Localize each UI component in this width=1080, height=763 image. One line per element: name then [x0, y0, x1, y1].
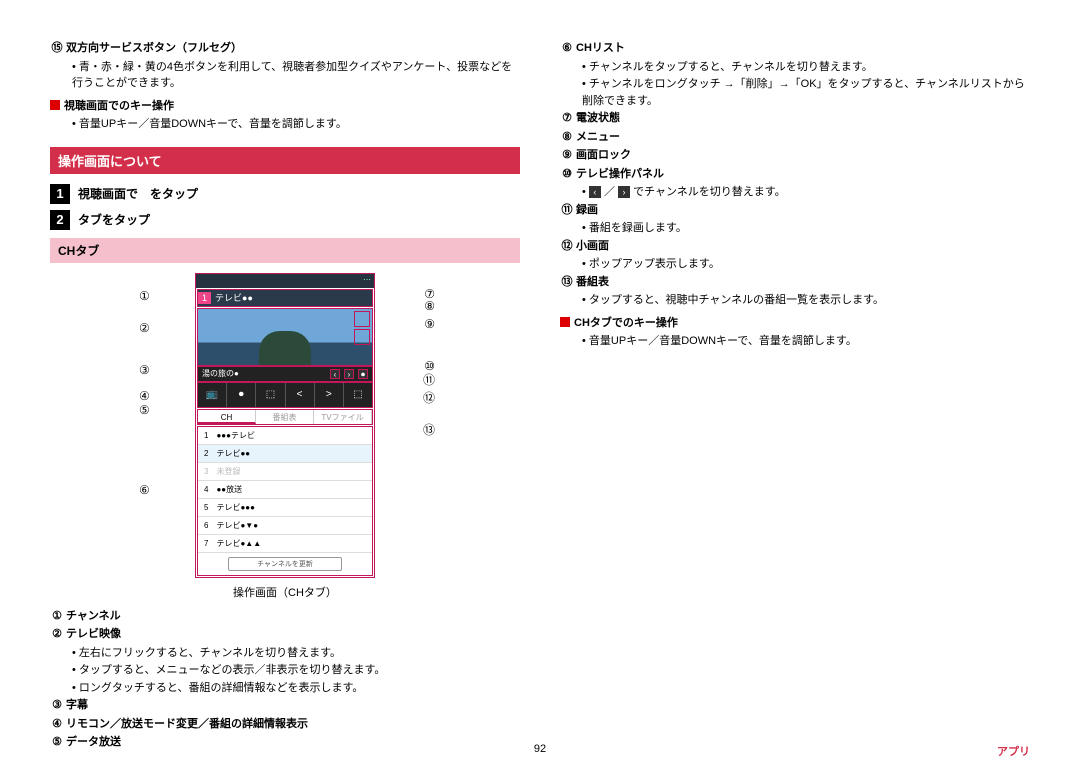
step-number: 1 [50, 184, 70, 204]
item-2: ② テレビ映像 [50, 626, 520, 643]
item-7: ⑦ 電波状態 [560, 110, 1030, 127]
step-number: 2 [50, 210, 70, 230]
list-item: 2テレビ●● [198, 445, 372, 463]
callout-5: ⑤ [139, 403, 150, 417]
toolbar-btn: 📺 [198, 383, 227, 407]
red-square-icon [560, 317, 570, 327]
item-10-desc: ‹ ／ › でチャンネルを切り替えます。 [582, 184, 1030, 201]
diagram-caption: 操作画面（CHタブ） [50, 584, 520, 600]
channel-list: 1●●●テレビ 2テレビ●● 3未登録 4●●放送 5テレビ●●● 6テレビ●▼… [197, 426, 373, 576]
callout-2: ② [139, 321, 150, 335]
channel-badge: 1 [198, 292, 211, 304]
status-bar: ⋯ [196, 274, 374, 288]
step-text: 視聴画面で をタップ [78, 185, 198, 202]
left-key-icon: ‹ [589, 186, 601, 198]
toolbar-btn: < [286, 383, 315, 407]
item-number: ⑮ [50, 40, 64, 57]
video-area [197, 308, 373, 366]
right-key-icon: › [618, 186, 630, 198]
list-item: 4●●放送 [198, 481, 372, 499]
toolbar-btn: > [315, 383, 344, 407]
keyops-desc: 音量UPキー／音量DOWNキーで、音量を調節します。 [72, 116, 520, 133]
item-11: ⑪ 録画 [560, 202, 1030, 219]
subhead-keyops: 視聴画面でのキー操作 [50, 98, 520, 115]
tab-ch: CH [198, 410, 256, 424]
step-text: タブをタップ [78, 211, 150, 228]
subtitle-text: 湯の旅の● [202, 368, 239, 379]
list-item: 1●●●テレビ [198, 427, 372, 445]
item-1: ① チャンネル [50, 608, 520, 625]
channel-name: テレビ●● [215, 291, 253, 304]
callout-13: ⑬ [423, 421, 435, 438]
tab-row: CH 番組表 TVファイル [197, 409, 373, 425]
lock-icon [354, 311, 370, 327]
page-number: 92 [534, 743, 546, 755]
step-1: 1 視聴画面で をタップ [50, 184, 520, 204]
list-item: 5テレビ●●● [198, 499, 372, 517]
item-6: ⑥ CHリスト [560, 40, 1030, 57]
callout-6: ⑥ [139, 483, 150, 497]
pink-subheading: CHタブ [50, 238, 520, 263]
right-column: ⑥ CHリスト チャンネルをタップすると、チャンネルを切り替えます。 チャンネル… [560, 40, 1030, 753]
list-item: 3未登録 [198, 463, 372, 481]
callout-1: ① [139, 289, 150, 303]
section-heading: 操作画面について [50, 147, 520, 174]
nav-icons: ‹›⏺ [330, 369, 368, 379]
list-item: 7テレビ●▲▲ [198, 535, 372, 553]
item-6-desc: チャンネルをタップすると、チャンネルを切り替えます。 チャンネルをロングタッチ … [582, 59, 1030, 110]
item-2-desc: 左右にフリックすると、チャンネルを切り替えます。 タップすると、メニューなどの表… [72, 645, 520, 697]
item-10: ⑩ テレビ操作パネル [560, 166, 1030, 183]
item-15: ⑮ 双方向サービスボタン（フルセグ） [50, 40, 520, 57]
tab-tvfile: TVファイル [314, 410, 372, 424]
item-13: ⑬ 番組表 [560, 274, 1030, 291]
callout-4: ④ [139, 389, 150, 403]
callout-8: ⑧ [424, 299, 435, 313]
callout-11: ⑪ [423, 371, 435, 388]
callout-3: ③ [139, 363, 150, 377]
toolbar-btn: ⏺ [227, 383, 256, 407]
list-item: 6テレビ●▼● [198, 517, 372, 535]
toolbar-btn: ⬚ [344, 383, 372, 407]
update-channel-button: チャンネルを更新 [228, 557, 342, 571]
item-11-desc: 番組を録画します。 [582, 220, 1030, 237]
page-category: アプリ [997, 743, 1030, 759]
menu-icon [354, 329, 370, 345]
toolbar-row: 📺 ⏺ ⬚ < > ⬚ [197, 382, 373, 408]
item-3: ③ 字幕 [50, 697, 520, 714]
subhead-ch-keyops: CHタブでのキー操作 [560, 315, 1030, 332]
item-12-desc: ポップアップ表示します。 [582, 256, 1030, 273]
item-12: ⑫ 小画面 [560, 238, 1030, 255]
item-desc: 青・赤・緑・黄の4色ボタンを利用して、視聴者参加型クイズやアンケート、投票などを… [72, 59, 520, 92]
step-2: 2 タブをタップ [50, 210, 520, 230]
phone-frame: ⋯ 1 テレビ●● 湯の旅の● ‹›⏺ 📺 ⏺ ⬚ [195, 273, 375, 578]
tab-program: 番組表 [256, 410, 314, 424]
callout-9: ⑨ [424, 317, 435, 331]
channel-bar: 1 テレビ●● [197, 289, 373, 307]
ch-keyops-desc: 音量UPキー／音量DOWNキーで、音量を調節します。 [582, 333, 1030, 350]
toolbar-btn: ⬚ [256, 383, 285, 407]
item-13-desc: タップすると、視聴中チャンネルの番組一覧を表示します。 [582, 292, 1030, 309]
item-8: ⑧ メニュー [560, 129, 1030, 146]
item-label: 双方向サービスボタン（フルセグ） [66, 40, 242, 57]
item-5: ⑤ データ放送 [50, 734, 520, 751]
callout-12: ⑫ [423, 389, 435, 406]
subtitle-row: 湯の旅の● ‹›⏺ [197, 366, 373, 382]
left-column: ⑮ 双方向サービスボタン（フルセグ） 青・赤・緑・黄の4色ボタンを利用して、視聴… [50, 40, 520, 753]
red-square-icon [50, 100, 60, 110]
phone-diagram: ① ② ③ ④ ⑤ ⑥ ⑦ ⑧ ⑨ ⑩ ⑪ ⑫ ⑬ ⋯ 1 テレビ●● [175, 273, 395, 578]
item-4: ④ リモコン／放送モード変更／番組の詳細情報表示 [50, 716, 520, 733]
item-9: ⑨ 画面ロック [560, 147, 1030, 164]
